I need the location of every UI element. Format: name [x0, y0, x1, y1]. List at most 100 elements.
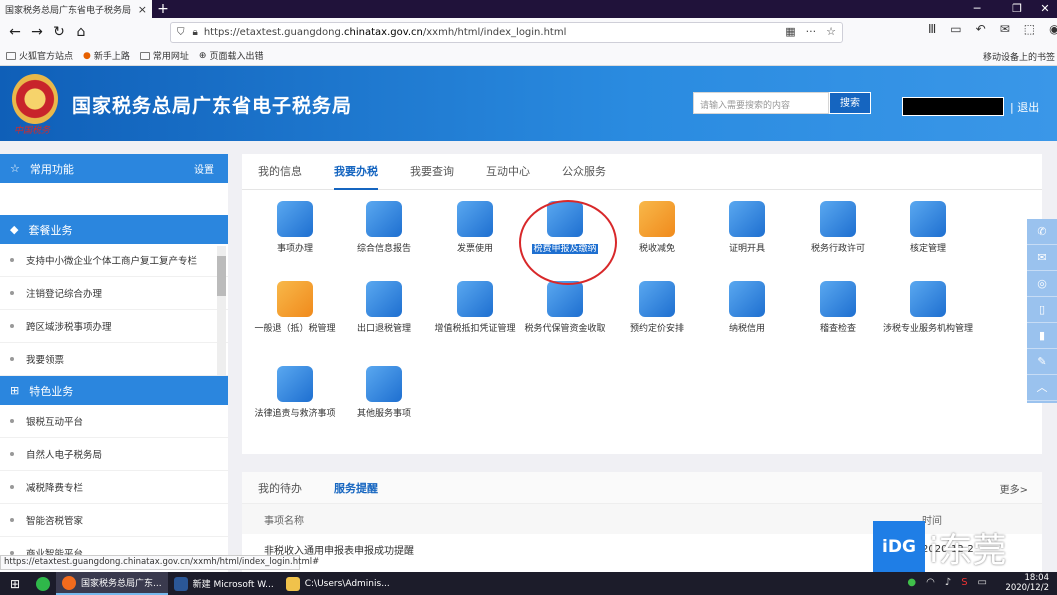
sidebar-item[interactable]: 我要领票 — [0, 343, 228, 376]
qr-icon[interactable]: ▦ — [785, 25, 795, 38]
lock-icon: 🔒︎ — [192, 27, 198, 38]
service-item[interactable]: 发票使用 — [430, 201, 520, 256]
sidebar-icon[interactable]: ▭ — [950, 22, 961, 36]
browser-tab[interactable]: 国家税务总局广东省电子税务局 × — [0, 0, 152, 18]
search-input[interactable]: 请输入需要搜索的内容 — [693, 92, 829, 114]
tab-query[interactable]: 我要查询 — [410, 154, 454, 190]
antivirus-icon[interactable]: S — [961, 577, 967, 588]
service-item[interactable]: 事项办理 — [250, 201, 340, 256]
minimize-icon[interactable]: ─ — [962, 0, 992, 18]
service-item[interactable]: 证明开具 — [702, 201, 792, 256]
sidebar: ☆ 常用功能 设置 ◆ 套餐业务 支持中小微企业个体工商户复工复产专栏 注销登记… — [0, 154, 228, 572]
service-label: 事项办理 — [276, 244, 313, 254]
window-close-icon[interactable]: ✕ — [1030, 0, 1057, 18]
chat-icon[interactable]: ✆ — [1027, 219, 1057, 245]
sidebar-item[interactable]: 智能咨税管家 — [0, 504, 228, 537]
tax-emblem-logo — [12, 74, 58, 124]
back-to-top-icon[interactable]: ︿ — [1027, 375, 1057, 401]
folder-icon — [285, 576, 300, 591]
url-suffix: /xxmh/html/index_login.html — [422, 27, 567, 38]
service-item[interactable]: 其他服务事项 — [339, 366, 429, 421]
star-icon[interactable]: ☆ — [826, 25, 836, 38]
settings-link[interactable]: 设置 — [194, 161, 214, 176]
sidebar-item[interactable]: 注销登记综合办理 — [0, 277, 228, 310]
taskbar-app-word[interactable]: 新建 Microsoft W... — [168, 572, 280, 595]
service-item[interactable]: 一般退（抵）税管理 — [250, 281, 340, 336]
tab-my-todo[interactable]: 我的待办 — [258, 480, 302, 496]
tab-do-tax[interactable]: 我要办税 — [334, 154, 378, 190]
service-item[interactable]: 稽查检查 — [793, 281, 883, 336]
wechat-icon[interactable]: ✉ — [1027, 245, 1057, 271]
service-label: 法律追责与救济事项 — [254, 409, 336, 419]
url-bar[interactable]: ⛉ 🔒︎ https://etaxtest.guangdong. chinatax… — [170, 22, 843, 43]
new-tab-icon[interactable]: + — [152, 0, 174, 18]
tab-service-reminder[interactable]: 服务提醒 — [334, 480, 378, 496]
more-link[interactable]: 更多> — [1000, 481, 1028, 496]
volume-icon[interactable]: ♪ — [945, 577, 951, 588]
sidebar-item[interactable]: 支持中小微企业个体工商户复工复产专栏 — [0, 244, 228, 277]
tab-public-service[interactable]: 公众服务 — [562, 154, 606, 190]
service-item[interactable]: 综合信息报告 — [339, 201, 429, 256]
clock[interactable]: 18:04 2020/12/2 — [1005, 573, 1049, 593]
sidebar-item[interactable]: 跨区域涉税事项办理 — [0, 310, 228, 343]
taskbar-app-explorer[interactable]: C:\Users\Adminis... — [280, 572, 396, 595]
home-icon[interactable]: ⌂ — [70, 24, 92, 40]
service-item[interactable]: 税务代保管资金收取 — [520, 281, 610, 336]
back-icon[interactable]: ← — [4, 24, 26, 40]
service-item[interactable]: 涉税专业服务机构管理 — [883, 281, 973, 336]
logout-link[interactable]: | 退出 — [1010, 99, 1039, 115]
mobile-icon[interactable]: ▯ — [1027, 297, 1057, 323]
library-icon[interactable]: Ⅲ — [928, 22, 936, 36]
wechat-tray-icon[interactable]: ● — [907, 577, 916, 588]
forward-icon[interactable]: → — [26, 24, 48, 40]
service-icon — [729, 281, 765, 317]
reload-icon[interactable]: ↻ — [48, 24, 70, 40]
username-redacted — [902, 97, 1004, 116]
taskbar-app-firefox[interactable]: 国家税务总局广东... — [56, 572, 168, 595]
bookmark-item[interactable]: ⊕ 页面载入出错 — [199, 49, 264, 63]
edit-icon[interactable]: ✎ — [1027, 349, 1057, 375]
star-icon: ☆ — [10, 162, 20, 175]
service-item[interactable]: 增值税抵扣凭证管理 — [430, 281, 520, 336]
bookmark-item[interactable]: ● 新手上路 — [83, 49, 130, 63]
extension-icon[interactable]: ✉ — [1000, 22, 1010, 36]
network-icon[interactable]: ◠ — [926, 577, 935, 588]
tab-my-info[interactable]: 我的信息 — [258, 154, 302, 190]
sidebar-item[interactable]: 自然人电子税务局 — [0, 438, 228, 471]
service-item[interactable]: 出口退税管理 — [339, 281, 429, 336]
sidebar-item[interactable]: 银税互动平台 — [0, 405, 228, 438]
service-item[interactable]: 核定管理 — [883, 201, 973, 256]
service-item[interactable]: 税收减免 — [612, 201, 702, 256]
undo-icon[interactable]: ↶ — [976, 22, 986, 36]
media-player-icon[interactable] — [30, 572, 56, 595]
package-business-header[interactable]: ◆ 套餐业务 — [0, 215, 228, 244]
watermark-text: i东莞 — [929, 530, 1007, 571]
mobile-bookmarks[interactable]: 移动设备上的书签 — [983, 50, 1055, 63]
notification-icon[interactable]: ▭ — [978, 577, 987, 588]
bookmark-item[interactable]: 火狐官方站点 — [6, 49, 73, 62]
restore-icon[interactable]: ❐ — [1002, 0, 1032, 18]
service-icon — [277, 281, 313, 317]
service-item[interactable]: 法律追责与救济事项 — [250, 366, 340, 421]
special-business-header[interactable]: ⊞ 特色业务 — [0, 376, 228, 405]
service-item[interactable]: 预约定价安排 — [612, 281, 702, 336]
account-icon[interactable]: ◉ — [1049, 22, 1057, 36]
service-label: 税务行政许可 — [810, 244, 865, 254]
bookmark-item[interactable]: 常用网址 — [139, 49, 189, 62]
more-icon[interactable]: ··· — [806, 25, 817, 38]
close-icon[interactable]: × — [138, 3, 147, 16]
todo-tabs: 我的待办 服务提醒 更多> — [242, 472, 1042, 504]
weibo-icon[interactable]: ◎ — [1027, 271, 1057, 297]
service-icon — [366, 281, 402, 317]
app-icon[interactable]: ▮ — [1027, 323, 1057, 349]
search-button[interactable]: 搜索 — [829, 92, 871, 114]
screenshot-icon[interactable]: ⬚ — [1024, 22, 1035, 36]
service-item[interactable]: 税务行政许可 — [793, 201, 883, 256]
windows-start-icon[interactable]: ⊞ — [0, 577, 30, 591]
service-item[interactable]: 纳税信用 — [702, 281, 792, 336]
word-icon — [173, 576, 188, 591]
sidebar-scroll-thumb[interactable] — [217, 256, 226, 296]
sidebar-item[interactable]: 减税降费专栏 — [0, 471, 228, 504]
tab-interaction[interactable]: 互动中心 — [486, 154, 530, 190]
service-label: 稽查检查 — [819, 324, 856, 334]
